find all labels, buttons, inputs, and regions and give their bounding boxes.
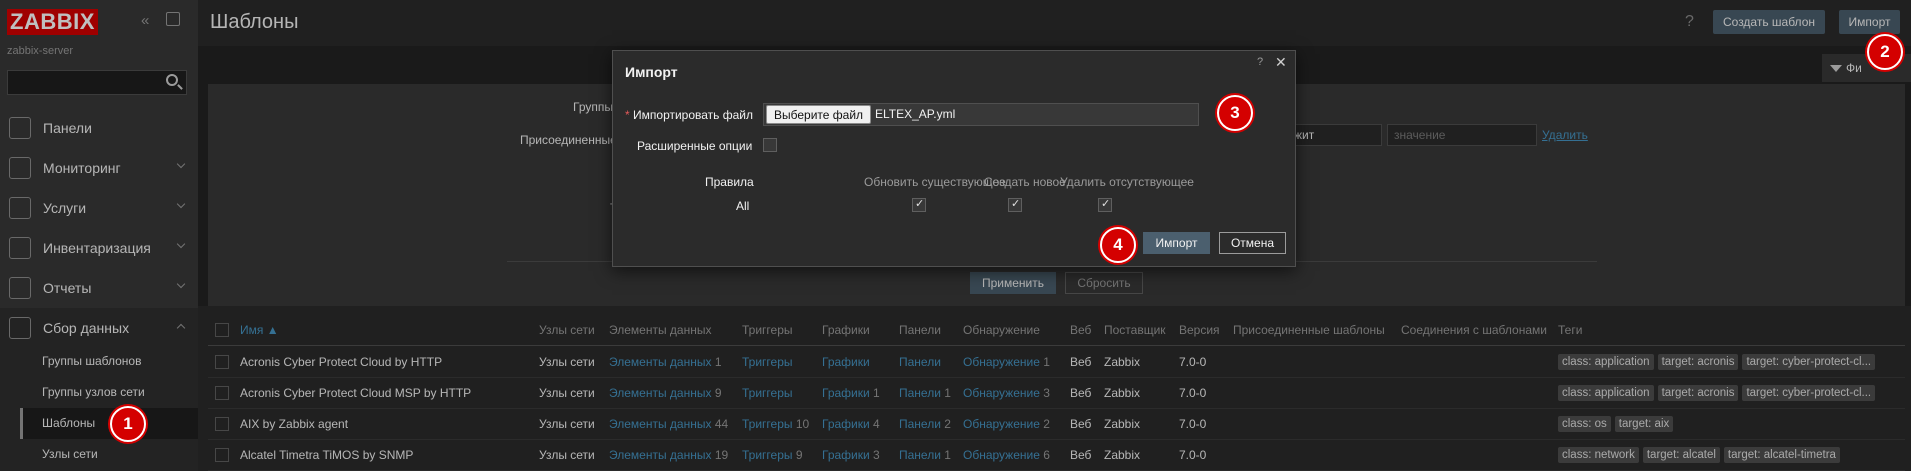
zabbix-templates-page: ZABBIX « zabbix-server Панели Мониторинг… — [0, 0, 1911, 471]
rule-all-label: All — [736, 199, 750, 213]
import-file-field: Выберите файл ELTEX_AP.yml — [763, 103, 1199, 126]
all-create-new-checkbox[interactable] — [1008, 197, 1022, 212]
selected-file-name: ELTEX_AP.yml — [875, 107, 956, 121]
step-marker-2: 2 — [1867, 34, 1903, 70]
all-update-existing-checkbox[interactable] — [912, 197, 926, 212]
import-dialog: Импорт ? ✕ * Импортировать файл Выберите… — [612, 50, 1296, 267]
step-marker-1: 1 — [110, 406, 146, 442]
import-file-label-text: Импортировать файл — [633, 108, 754, 122]
import-submit-button[interactable]: Импорт — [1143, 232, 1210, 254]
close-icon[interactable]: ✕ — [1275, 54, 1287, 71]
rules-label: Правила — [705, 175, 754, 189]
import-file-label: * Импортировать файл — [625, 108, 753, 122]
required-marker: * — [625, 108, 630, 122]
choose-file-button[interactable]: Выберите файл — [766, 105, 872, 124]
column-delete-missing: Удалить отсутствующее — [1060, 175, 1194, 189]
column-create-new: Создать новое — [984, 175, 1066, 189]
advanced-options-checkbox[interactable] — [763, 138, 777, 152]
step-marker-3: 3 — [1217, 95, 1253, 131]
all-delete-missing-checkbox[interactable] — [1098, 197, 1112, 212]
step-marker-4: 4 — [1100, 227, 1136, 263]
cancel-button[interactable]: Отмена — [1219, 232, 1286, 254]
import-dialog-title: Импорт — [625, 64, 678, 80]
advanced-options-label: Расширенные опции — [637, 139, 753, 153]
help-icon[interactable]: ? — [1257, 56, 1263, 68]
